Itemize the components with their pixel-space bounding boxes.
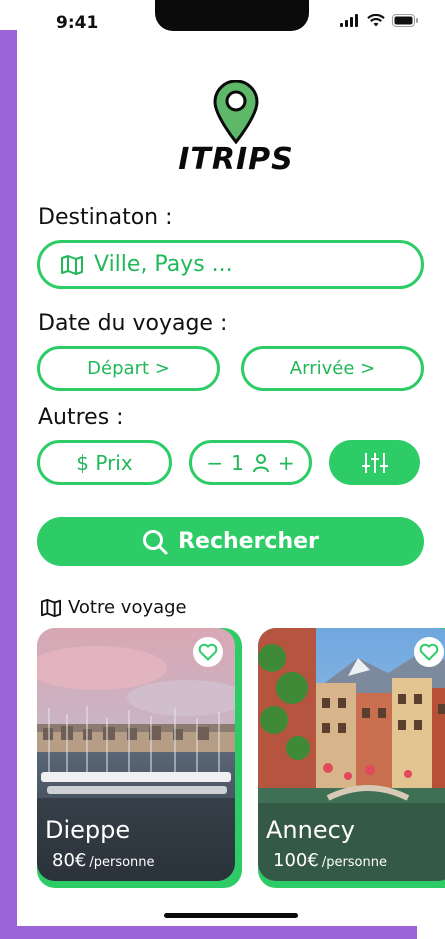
trip-price: 80€ /personne: [52, 850, 155, 871]
status-time: 9:41: [56, 13, 99, 33]
person-icon: [252, 453, 269, 472]
depart-label: Départ >: [87, 358, 170, 379]
depart-button[interactable]: Départ >: [37, 346, 220, 391]
filter-button[interactable]: [329, 440, 420, 485]
status-icons: [340, 14, 419, 27]
destination-input[interactable]: Ville, Pays ...: [37, 240, 424, 289]
heart-icon: [198, 643, 218, 661]
signal-icon: [340, 14, 358, 27]
favorite-button[interactable]: [414, 637, 444, 667]
frame-bottom-bar: [0, 926, 417, 939]
price-button[interactable]: $ Prix: [37, 440, 172, 485]
trip-price-value: 80€: [52, 850, 87, 871]
search-icon: [143, 529, 168, 554]
minus-button[interactable]: −: [206, 451, 223, 475]
home-indicator[interactable]: [164, 913, 298, 918]
dates-label: Date du voyage :: [38, 311, 228, 336]
trip-price: 100€ /personne: [273, 850, 387, 871]
price-label: $ Prix: [76, 450, 133, 475]
trip-card-annecy[interactable]: Annecy 100€ /personne: [258, 628, 445, 888]
arrivee-label: Arrivée >: [289, 358, 376, 379]
trip-city: Dieppe: [45, 816, 131, 844]
favorite-button[interactable]: [193, 637, 223, 667]
traveler-stepper[interactable]: − 1 +: [189, 440, 312, 485]
destination-placeholder: Ville, Pays ...: [94, 252, 233, 277]
battery-icon: [392, 14, 418, 27]
destination-label: Destinaton :: [38, 205, 173, 230]
trip-card-dieppe[interactable]: Dieppe 80€ /personne: [37, 628, 242, 888]
logo-text: ITRIPS: [178, 142, 294, 177]
sliders-icon: [361, 452, 388, 473]
trip-price-value: 100€: [273, 850, 319, 871]
trip-card-image: Dieppe 80€ /personne: [37, 628, 235, 881]
trip-card-image: Annecy 100€ /personne: [258, 628, 445, 881]
search-label: Rechercher: [178, 529, 319, 554]
search-button[interactable]: Rechercher: [37, 517, 424, 566]
trips-title: Votre voyage: [40, 597, 187, 618]
wifi-icon: [367, 14, 385, 27]
frame-left-bar: [0, 30, 17, 939]
arrivee-button[interactable]: Arrivée >: [241, 346, 424, 391]
plus-button[interactable]: +: [278, 451, 295, 475]
traveler-count: 1: [231, 450, 244, 475]
others-label: Autres :: [38, 405, 124, 430]
trip-price-unit: /personne: [89, 855, 155, 870]
map-icon: [41, 598, 61, 617]
trip-city: Annecy: [266, 816, 356, 844]
map-pin-icon: [213, 80, 259, 144]
app-logo: ITRIPS: [178, 80, 294, 180]
trips-title-text: Votre voyage: [68, 597, 187, 618]
map-icon: [61, 254, 83, 275]
trip-price-unit: /personne: [321, 855, 387, 870]
heart-icon: [419, 643, 439, 661]
device-notch: [155, 0, 309, 31]
